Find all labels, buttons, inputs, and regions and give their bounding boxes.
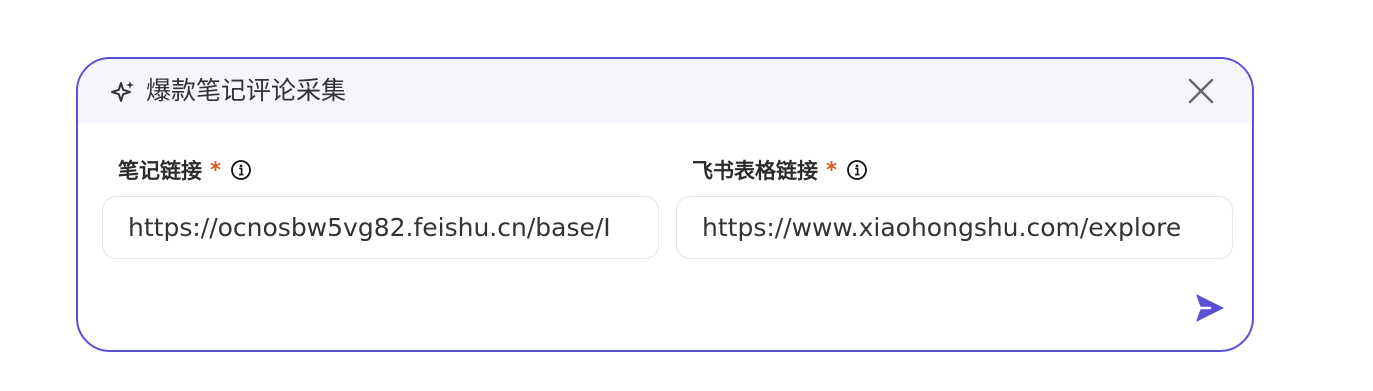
sheet-link-label: 飞书表格链接 * bbox=[692, 155, 868, 185]
sheet-link-field[interactable] bbox=[676, 196, 1233, 259]
dialog-header: 爆款笔记评论采集 bbox=[78, 59, 1252, 123]
note-link-input[interactable] bbox=[103, 197, 658, 258]
note-link-label-text: 笔记链接 bbox=[118, 159, 202, 183]
info-icon[interactable] bbox=[230, 159, 252, 181]
required-mark: * bbox=[210, 158, 221, 182]
sheet-link-label-text: 飞书表格链接 bbox=[692, 159, 818, 183]
required-mark: * bbox=[826, 158, 837, 182]
send-icon[interactable] bbox=[1193, 291, 1227, 325]
sparkle-icon bbox=[111, 81, 134, 102]
info-icon[interactable] bbox=[846, 159, 868, 181]
note-link-label: 笔记链接 * bbox=[118, 155, 252, 185]
comment-collector-dialog: 爆款笔记评论采集 笔记链接 * 飞书表格链接 * bbox=[76, 57, 1254, 352]
dialog-title: 爆款笔记评论采集 bbox=[146, 76, 347, 105]
note-link-field[interactable] bbox=[102, 196, 659, 259]
sheet-link-input[interactable] bbox=[677, 197, 1232, 258]
close-icon[interactable] bbox=[1186, 76, 1216, 106]
